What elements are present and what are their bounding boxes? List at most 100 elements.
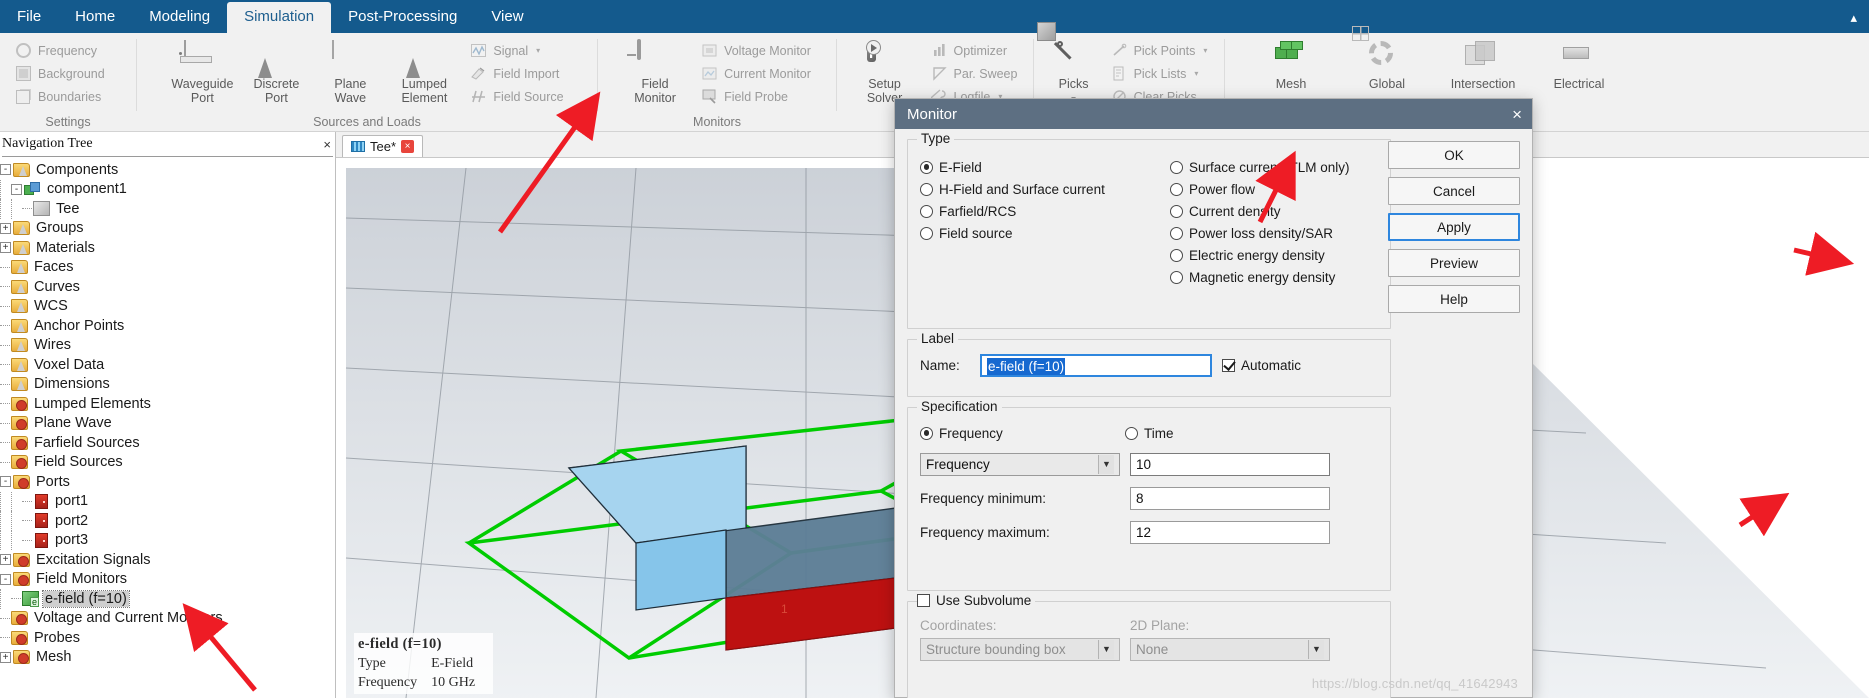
radio-magnetic-energy-density[interactable]: Magnetic energy density (1170, 266, 1350, 288)
tree-item-port3[interactable]: port3 (0, 530, 335, 550)
plane-combo[interactable]: None ▼ (1130, 638, 1330, 661)
tab-file[interactable]: File (0, 2, 58, 33)
tree-item-voxel-data[interactable]: Voxel Data (0, 355, 335, 375)
radio-power-flow[interactable]: Power flow (1170, 178, 1350, 200)
help-button[interactable]: Help (1388, 285, 1520, 313)
preview-button[interactable]: Preview (1388, 249, 1520, 277)
ribbon-item-mesh[interactable]: Mesh (1243, 39, 1339, 91)
tree-item-voltage-and-current-monitors[interactable]: Voltage and Current Monitors (0, 609, 335, 629)
ribbon-item-global-properties[interactable]: Global (1339, 26, 1435, 91)
use-subvolume-checkbox[interactable]: Use Subvolume (917, 593, 1036, 608)
tree-item-anchor-points[interactable]: Anchor Points (0, 316, 335, 336)
ribbon-item-field-source[interactable]: Field Source (465, 85, 568, 108)
chevron-down-icon[interactable]: ▼ (1098, 455, 1114, 474)
tree-item-groups[interactable]: + Groups (0, 219, 335, 239)
tree-expander-toggle[interactable]: - (0, 573, 11, 585)
tree-expander-toggle[interactable]: - (11, 183, 22, 195)
tab-modeling[interactable]: Modeling (132, 2, 227, 33)
viewport-tab-tee[interactable]: Tee* × (342, 135, 424, 157)
ribbon-item-background[interactable]: Background (10, 62, 110, 85)
dialog-title-bar[interactable]: Monitor × (895, 99, 1532, 129)
tree-item-ports[interactable]: - Ports (0, 472, 335, 492)
tree-expander-toggle[interactable]: - (0, 164, 11, 176)
ribbon-item-optimizer[interactable]: Optimizer (926, 39, 1023, 62)
frequency-minimum-input[interactable]: 8 (1130, 487, 1330, 510)
tree-item-dimensions[interactable]: Dimensions (0, 375, 335, 395)
chevron-down-icon[interactable]: ▾ (1194, 69, 1198, 78)
tree-item-probes[interactable]: Probes (0, 628, 335, 648)
tab-post-processing[interactable]: Post-Processing (331, 2, 474, 33)
ribbon-item-pick-points[interactable]: Pick Points ▾ (1106, 39, 1213, 62)
ribbon-item-pick-lists[interactable]: Pick Lists ▾ (1106, 62, 1213, 85)
tab-home[interactable]: Home (58, 2, 132, 33)
tree-item-lumped-elements[interactable]: Lumped Elements (0, 394, 335, 414)
ribbon-item-intersection[interactable]: Intersection (1435, 39, 1531, 91)
ribbon-item-frequency[interactable]: Frequency (10, 39, 102, 62)
radio-farfield-rcs[interactable]: Farfield/RCS (920, 200, 1170, 222)
tree-item-farfield-sources[interactable]: Farfield Sources (0, 433, 335, 453)
tree-item-component1[interactable]: - component1 (0, 179, 335, 199)
ribbon-item-discrete-port[interactable]: Discrete Port (239, 39, 313, 105)
ribbon-item-par-sweep[interactable]: Par. Sweep (926, 62, 1023, 85)
tree-item-tee[interactable]: Tee (0, 199, 335, 219)
name-input[interactable]: e-field (f=10) (980, 354, 1212, 377)
radio-surface-current-tlm-only[interactable]: Surface current (TLM only) (1170, 156, 1350, 178)
automatic-checkbox[interactable]: Automatic (1222, 355, 1301, 377)
tree-item-port2[interactable]: port2 (0, 511, 335, 531)
radio-field-source[interactable]: Field source (920, 222, 1170, 244)
ribbon-item-voltage-monitor[interactable]: Voltage Monitor (696, 39, 816, 62)
tree-item-e-field-f-10[interactable]: e-field (f=10) (0, 589, 335, 609)
tree-item-curves[interactable]: Curves (0, 277, 335, 297)
frequency-value-input[interactable]: 10 (1130, 453, 1330, 476)
frequency-maximum-input[interactable]: 12 (1130, 521, 1330, 544)
ribbon-item-plane-wave[interactable]: Plane Wave (313, 39, 387, 105)
chevron-down-icon[interactable]: ▾ (536, 46, 540, 55)
ribbon-item-electrical[interactable]: Electrical (1531, 39, 1627, 91)
tree-item-field-sources[interactable]: Field Sources (0, 453, 335, 473)
ribbon-item-signal[interactable]: Signal ▾ (465, 39, 568, 62)
close-icon[interactable]: × (1512, 106, 1522, 123)
specification-combo[interactable]: Frequency ▼ (920, 453, 1120, 476)
ok-button[interactable]: OK (1388, 141, 1520, 169)
radio-power-loss-density-sar[interactable]: Power loss density/SAR (1170, 222, 1350, 244)
ribbon-item-field-monitor[interactable]: Field Monitor (618, 39, 692, 105)
tree-item-faces[interactable]: Faces (0, 258, 335, 278)
radio-current-density[interactable]: Current density (1170, 200, 1350, 222)
tree-item-mesh[interactable]: + Mesh (0, 648, 335, 668)
collapse-ribbon-icon[interactable]: ▴ (1850, 10, 1869, 33)
radio-electric-energy-density[interactable]: Electric energy density (1170, 244, 1350, 266)
radio-e-field[interactable]: E-Field (920, 156, 1170, 178)
tree-item-wires[interactable]: Wires (0, 336, 335, 356)
cancel-button[interactable]: Cancel (1388, 177, 1520, 205)
chevron-down-icon[interactable]: ▼ (1098, 640, 1114, 659)
tree-item-port1[interactable]: port1 (0, 491, 335, 511)
tab-view[interactable]: View (474, 2, 540, 33)
tree-item-components[interactable]: - Components (0, 160, 335, 180)
tree-expander-toggle[interactable]: + (0, 242, 11, 254)
close-icon[interactable]: × (401, 140, 415, 153)
tree-item-wcs[interactable]: WCS (0, 297, 335, 317)
tab-simulation[interactable]: Simulation (227, 2, 332, 33)
coordinates-combo[interactable]: Structure bounding box ▼ (920, 638, 1120, 661)
ribbon-item-lumped-element[interactable]: Lumped Element (387, 39, 461, 105)
tree-expander-toggle[interactable]: + (0, 222, 11, 234)
ribbon-item-field-import[interactable]: Field Import (465, 62, 568, 85)
chevron-down-icon[interactable]: ▾ (1203, 46, 1207, 55)
ribbon-item-waveguide-port[interactable]: Waveguide Port (165, 39, 239, 105)
radio-frequency[interactable]: Frequency (920, 422, 1125, 444)
tree-expander-toggle[interactable]: + (0, 554, 11, 566)
tree-expander-toggle[interactable]: + (0, 651, 11, 663)
ribbon-item-current-monitor[interactable]: Current Monitor (696, 62, 816, 85)
radio-h-field-and-surface-current[interactable]: H-Field and Surface current (920, 178, 1170, 200)
tree-item-field-monitors[interactable]: - Field Monitors (0, 570, 335, 590)
tree-item-plane-wave[interactable]: Plane Wave (0, 414, 335, 434)
tree-item-materials[interactable]: + Materials (0, 238, 335, 258)
chevron-down-icon[interactable]: ▼ (1308, 640, 1324, 659)
radio-time[interactable]: Time (1125, 422, 1174, 444)
ribbon-item-picks[interactable]: Picks ▾ (1036, 22, 1102, 106)
ribbon-item-field-probe[interactable]: Field Probe (696, 85, 816, 108)
tree-expander-toggle[interactable]: - (0, 476, 11, 488)
tree-item-excitation-signals[interactable]: + Excitation Signals (0, 550, 335, 570)
ribbon-item-boundaries[interactable]: Boundaries (10, 85, 106, 108)
apply-button[interactable]: Apply (1388, 213, 1520, 241)
